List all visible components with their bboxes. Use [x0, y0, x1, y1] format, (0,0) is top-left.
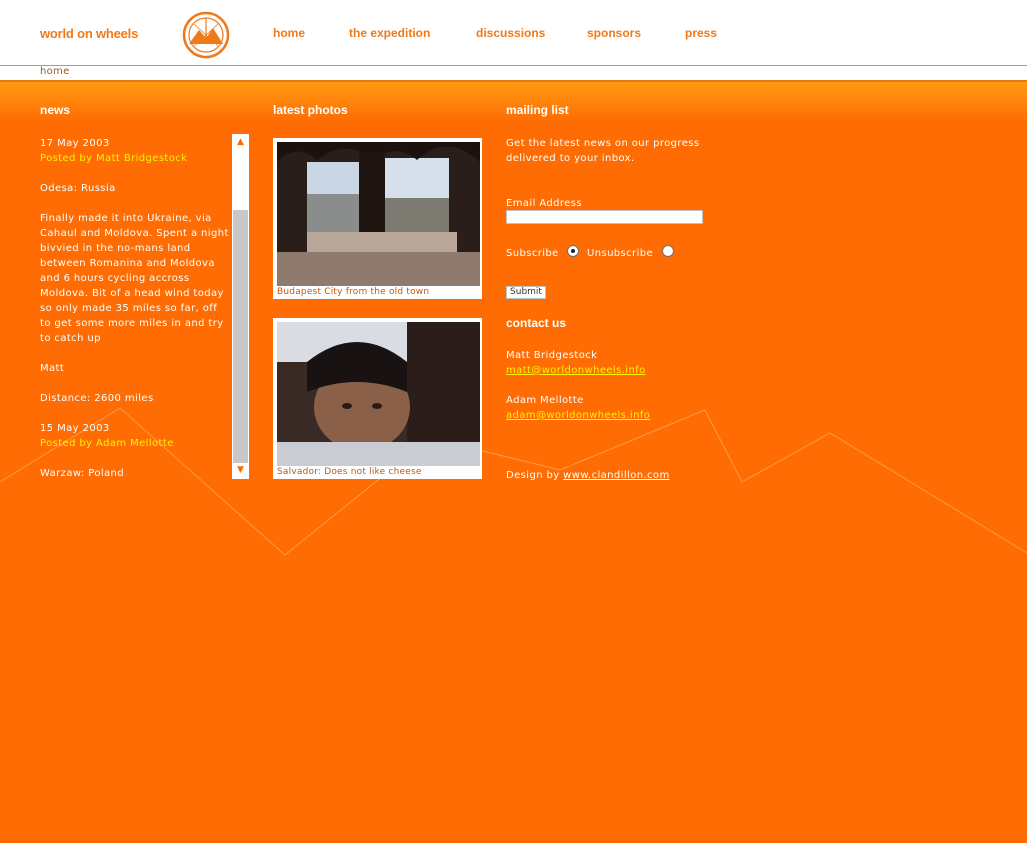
site-header: world on wheels home the expedition disc… [0, 0, 1027, 66]
news-body: Finally made it into Ukraine, via Cahaul… [40, 213, 229, 344]
email-label: Email Address [506, 198, 582, 209]
credit-link[interactable]: www.clandillon.com [563, 470, 669, 481]
nav-the-expedition[interactable]: the expedition [349, 26, 430, 40]
nav-sponsors[interactable]: sponsors [587, 26, 641, 40]
news-location: Odesa: Russia [40, 183, 116, 194]
news-author: Posted by Adam Mellotte [40, 438, 174, 449]
contact-title: contact us [506, 316, 567, 330]
news-author: Posted by Matt Bridgestock [40, 153, 188, 164]
breadcrumb: home [0, 66, 1027, 81]
news-title: news [40, 103, 71, 117]
submit-button[interactable]: Submit [506, 286, 546, 299]
news-entry-2: 15 May 2003 Posted by Adam Mellotte [40, 421, 230, 451]
email-field[interactable] [506, 210, 703, 224]
news-location: Warzaw: Poland [40, 468, 125, 478]
nav-discussions[interactable]: discussions [476, 26, 545, 40]
design-credit: Design by www.clandillon.com [506, 468, 670, 483]
news-scrollbar[interactable]: ▲ ▼ [232, 134, 249, 479]
contact-email: matt@worldonwheels.info [506, 363, 646, 378]
news-signoff: Matt [40, 363, 65, 374]
scroll-thumb[interactable] [233, 150, 248, 210]
nav-home[interactable]: home [273, 26, 305, 40]
wheel-logo-icon[interactable] [181, 10, 231, 60]
scroll-up-arrow-icon[interactable]: ▲ [233, 135, 248, 150]
brand-name[interactable]: world on wheels [40, 26, 138, 41]
photo-caption: Salvador: Does not like cheese [277, 467, 422, 477]
photos-title: latest photos [273, 103, 348, 117]
news-distance: Distance: 2600 miles [40, 393, 154, 404]
news-date: 15 May 2003 [40, 423, 110, 434]
scroll-down-arrow-icon[interactable]: ▼ [233, 463, 248, 478]
contact-name: Matt Bridgestock [506, 350, 598, 361]
photo-caption: Budapest City from the old town [277, 287, 430, 297]
contact-email-link[interactable]: adam@worldonwheels.info [506, 410, 650, 421]
contact-email: adam@worldonwheels.info [506, 408, 650, 423]
photo-card-1[interactable]: Budapest City from the old town [273, 138, 482, 299]
credit-prefix: Design by [506, 470, 560, 481]
unsubscribe-radio[interactable] [662, 245, 674, 257]
breadcrumb-home[interactable]: home [40, 66, 70, 77]
subscribe-label: Subscribe [506, 248, 559, 259]
news-entry-1: 17 May 2003 Posted by Matt Bridgestock [40, 136, 230, 166]
subscribe-radio[interactable] [567, 245, 579, 257]
mailing-intro: Get the latest news on our progress deli… [506, 138, 700, 164]
photo-card-2[interactable]: Salvador: Does not like cheese [273, 318, 482, 479]
nav-press[interactable]: press [685, 26, 717, 40]
budapest-photo[interactable] [277, 142, 480, 286]
mailing-title: mailing list [506, 103, 569, 117]
news-date: 17 May 2003 [40, 138, 110, 149]
unsubscribe-label: Unsubscribe [587, 248, 654, 259]
salvador-photo[interactable] [277, 322, 480, 466]
contact-name: Adam Mellotte [506, 395, 584, 406]
news-scroller[interactable]: 17 May 2003 Posted by Matt Bridgestock O… [40, 136, 230, 478]
contact-email-link[interactable]: matt@worldonwheels.info [506, 365, 646, 376]
